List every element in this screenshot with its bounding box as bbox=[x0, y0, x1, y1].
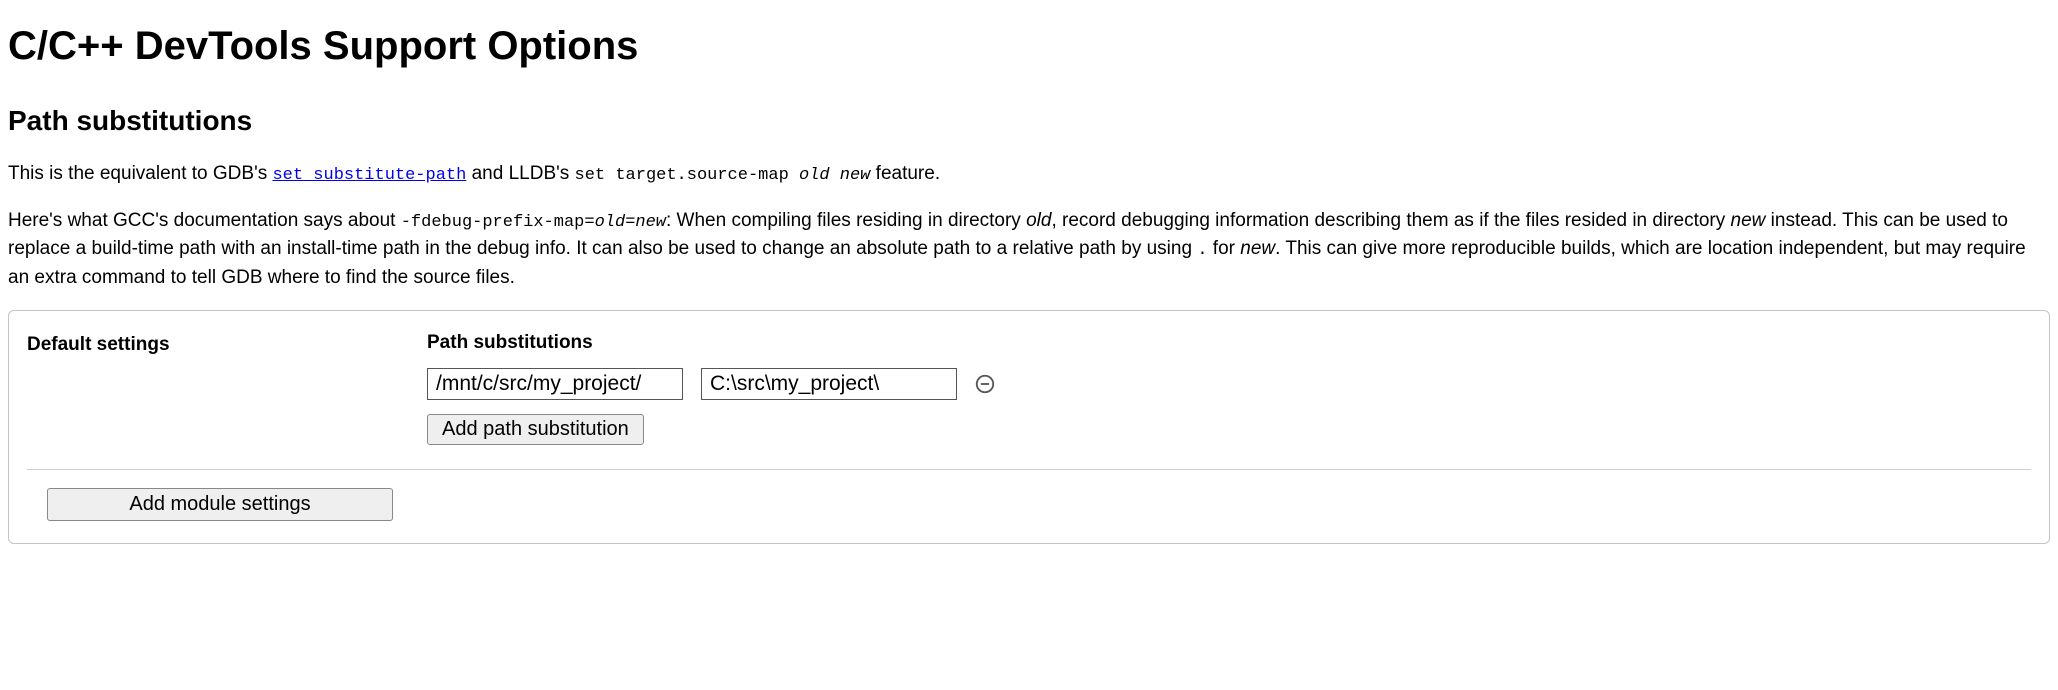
settings-panel: Default settings Path substitutions Add … bbox=[8, 310, 2050, 544]
gdb-cmd-code: set substitute-path bbox=[272, 166, 466, 185]
page-title: C/C++ DevTools Support Options bbox=[8, 16, 2050, 76]
substitution-row bbox=[427, 368, 2031, 400]
add-path-substitution-button[interactable]: Add path substitution bbox=[427, 414, 644, 445]
add-module-settings-button[interactable]: Add module settings bbox=[47, 488, 393, 521]
flag-eq: = bbox=[625, 213, 635, 232]
intro-text: This is the equivalent to GDB's bbox=[8, 163, 272, 184]
fdebug-flag-code: -fdebug-prefix-map=old=new bbox=[401, 213, 666, 232]
lldb-cmd-new: new bbox=[840, 166, 871, 185]
default-settings-row: Default settings Path substitutions Add … bbox=[27, 329, 2031, 445]
section-divider bbox=[27, 469, 2031, 470]
path-substitutions-label: Path substitutions bbox=[427, 329, 2031, 358]
new-italic: new bbox=[1731, 210, 1766, 231]
explain-text: for bbox=[1208, 238, 1241, 259]
lldb-cmd-prefix: set target.source-map bbox=[575, 166, 799, 185]
substitution-to-input[interactable] bbox=[701, 368, 957, 400]
flag-new: new bbox=[635, 213, 666, 232]
intro-paragraph: This is the equivalent to GDB's set subs… bbox=[8, 160, 2050, 189]
remove-substitution-button[interactable] bbox=[973, 372, 997, 396]
path-substitutions-column: Path substitutions Add path substitution bbox=[427, 329, 2031, 445]
intro-text: feature. bbox=[870, 163, 940, 184]
explain-text: , record debugging information describin… bbox=[1051, 210, 1730, 231]
flag-old: old bbox=[595, 213, 626, 232]
dot-code: . bbox=[1197, 241, 1207, 260]
lldb-cmd-code: set target.source-map old new bbox=[575, 166, 871, 185]
add-module-row: Add module settings bbox=[27, 488, 2031, 521]
explain-text: Here's what GCC's documentation says abo… bbox=[8, 210, 401, 231]
explain-text: : When compiling files residing in direc… bbox=[666, 210, 1026, 231]
remove-circle-icon bbox=[974, 373, 996, 395]
old-italic: old bbox=[1026, 210, 1051, 231]
flag-prefix: -fdebug-prefix-map= bbox=[401, 213, 595, 232]
lldb-cmd-old: old bbox=[799, 166, 830, 185]
intro-text: and LLDB's bbox=[466, 163, 574, 184]
new-italic: new bbox=[1240, 238, 1275, 259]
explanation-paragraph: Here's what GCC's documentation says abo… bbox=[8, 207, 2050, 293]
gdb-set-substitute-path-link[interactable]: set substitute-path bbox=[272, 163, 466, 184]
default-settings-label: Default settings bbox=[27, 329, 427, 360]
section-heading-path-substitutions: Path substitutions bbox=[8, 100, 2050, 142]
substitution-from-input[interactable] bbox=[427, 368, 683, 400]
